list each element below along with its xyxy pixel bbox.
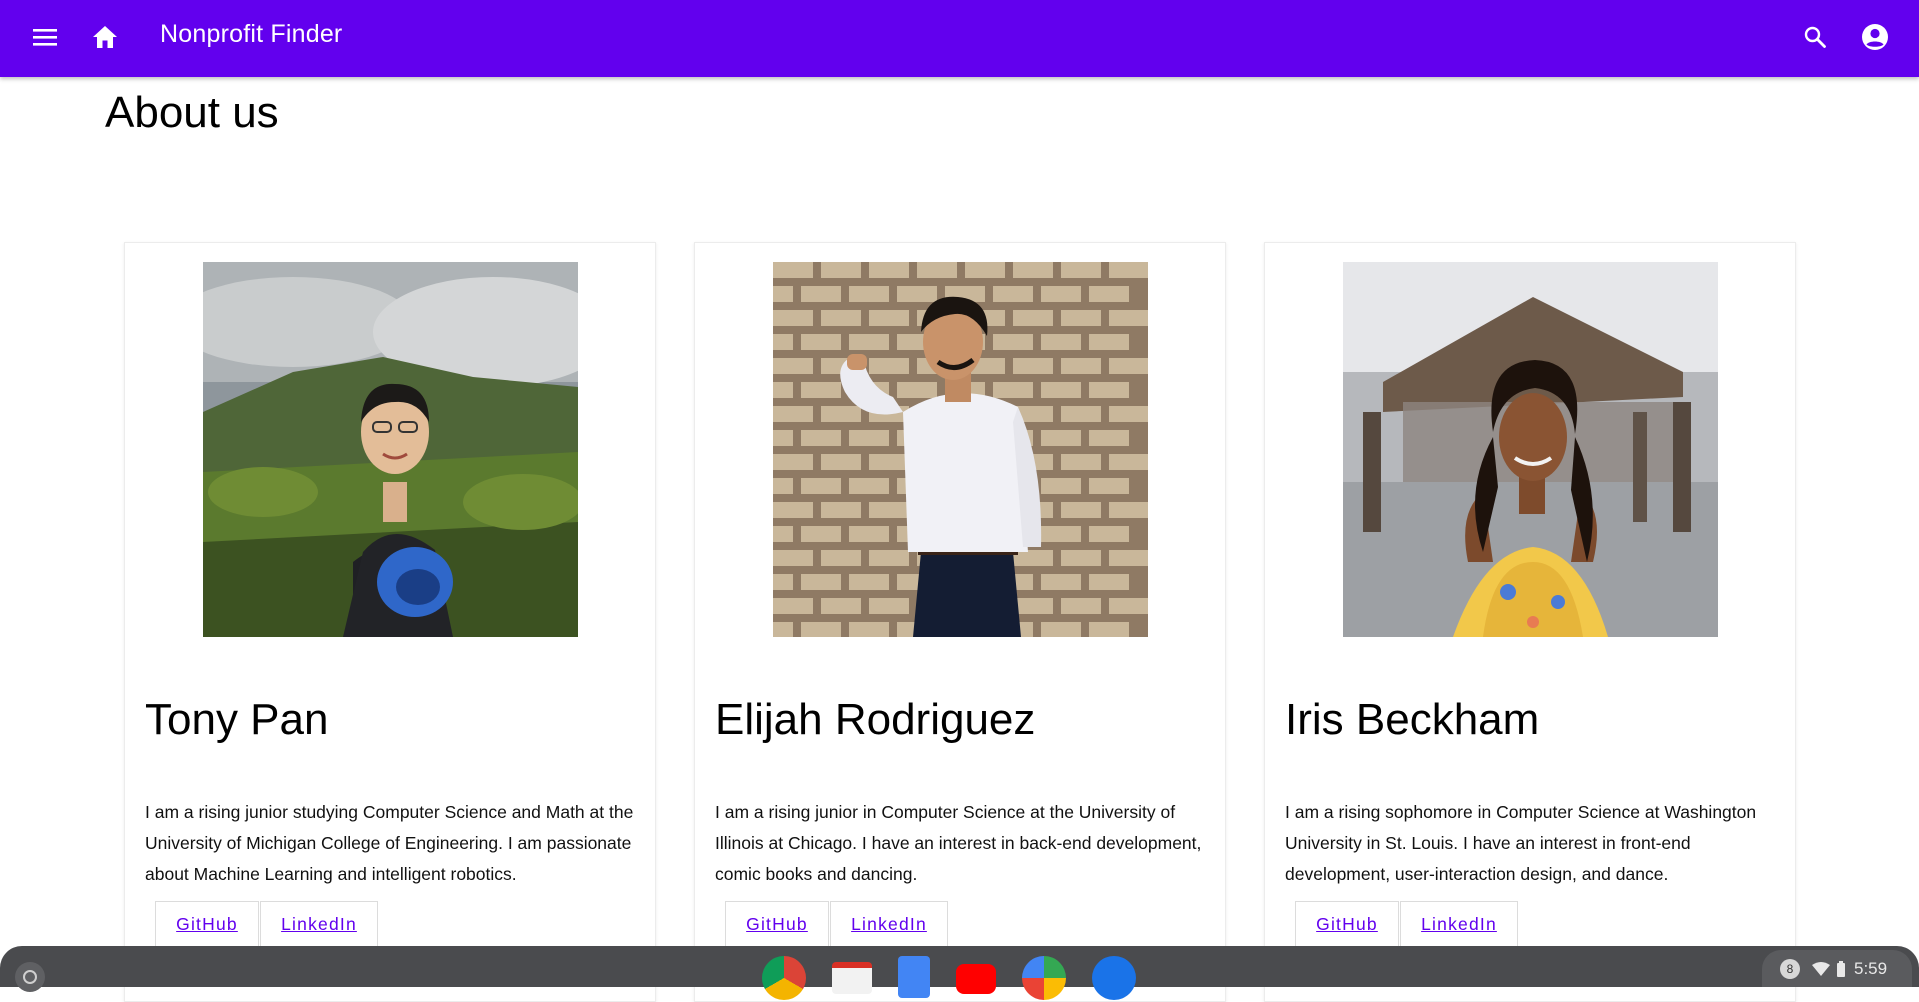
battery-icon bbox=[1837, 960, 1845, 977]
member-photo bbox=[773, 262, 1148, 637]
launcher-icon[interactable] bbox=[15, 962, 45, 992]
member-photo bbox=[203, 262, 578, 637]
os-shelf: 8 5:59 bbox=[0, 946, 1919, 1000]
member-card-elijah: Elijah Rodriguez I am a rising junior in… bbox=[694, 242, 1226, 1002]
files-icon[interactable] bbox=[1092, 956, 1136, 1000]
shelf-apps bbox=[762, 956, 1162, 1000]
member-bio: I am a rising sophomore in Computer Scie… bbox=[1285, 802, 1757, 884]
youtube-icon[interactable] bbox=[956, 964, 996, 994]
chrome-icon[interactable] bbox=[762, 956, 806, 1000]
menu-icon[interactable] bbox=[15, 7, 75, 67]
member-links: GitHub LinkedIn bbox=[1295, 901, 1518, 947]
linkedin-link[interactable]: LinkedIn bbox=[260, 901, 378, 947]
top-app-bar: Nonprofit Finder bbox=[0, 0, 1919, 77]
gmail-icon[interactable] bbox=[832, 962, 872, 994]
github-link[interactable]: GitHub bbox=[725, 901, 829, 947]
member-card-tony: Tony Pan I am a rising junior studying C… bbox=[124, 242, 656, 1002]
status-area[interactable]: 8 5:59 bbox=[1762, 950, 1912, 987]
member-card-iris: Iris Beckham I am a rising sophomore in … bbox=[1264, 242, 1796, 1002]
member-name: Tony Pan bbox=[145, 695, 329, 744]
member-name: Elijah Rodriguez bbox=[715, 695, 1036, 744]
member-name: Iris Beckham bbox=[1285, 695, 1540, 744]
member-bio: I am a rising junior studying Computer S… bbox=[145, 802, 634, 884]
docs-icon[interactable] bbox=[898, 956, 930, 998]
member-links: GitHub LinkedIn bbox=[155, 901, 378, 947]
app-title: Nonprofit Finder bbox=[160, 20, 343, 48]
clock: 5:59 bbox=[1854, 958, 1888, 978]
notification-badge: 8 bbox=[1780, 958, 1800, 979]
home-icon[interactable] bbox=[75, 7, 135, 67]
search-icon[interactable] bbox=[1785, 7, 1845, 67]
member-bio: I am a rising junior in Computer Science… bbox=[715, 802, 1202, 884]
play-store-icon[interactable] bbox=[1022, 956, 1066, 1000]
github-link[interactable]: GitHub bbox=[1295, 901, 1399, 947]
page-title: About us bbox=[105, 88, 279, 137]
linkedin-link[interactable]: LinkedIn bbox=[1400, 901, 1518, 947]
member-links: GitHub LinkedIn bbox=[725, 901, 948, 947]
github-link[interactable]: GitHub bbox=[155, 901, 259, 947]
linkedin-link[interactable]: LinkedIn bbox=[830, 901, 948, 947]
wifi-icon bbox=[1812, 961, 1830, 976]
member-photo bbox=[1343, 262, 1718, 637]
account-circle-icon[interactable] bbox=[1845, 7, 1905, 67]
